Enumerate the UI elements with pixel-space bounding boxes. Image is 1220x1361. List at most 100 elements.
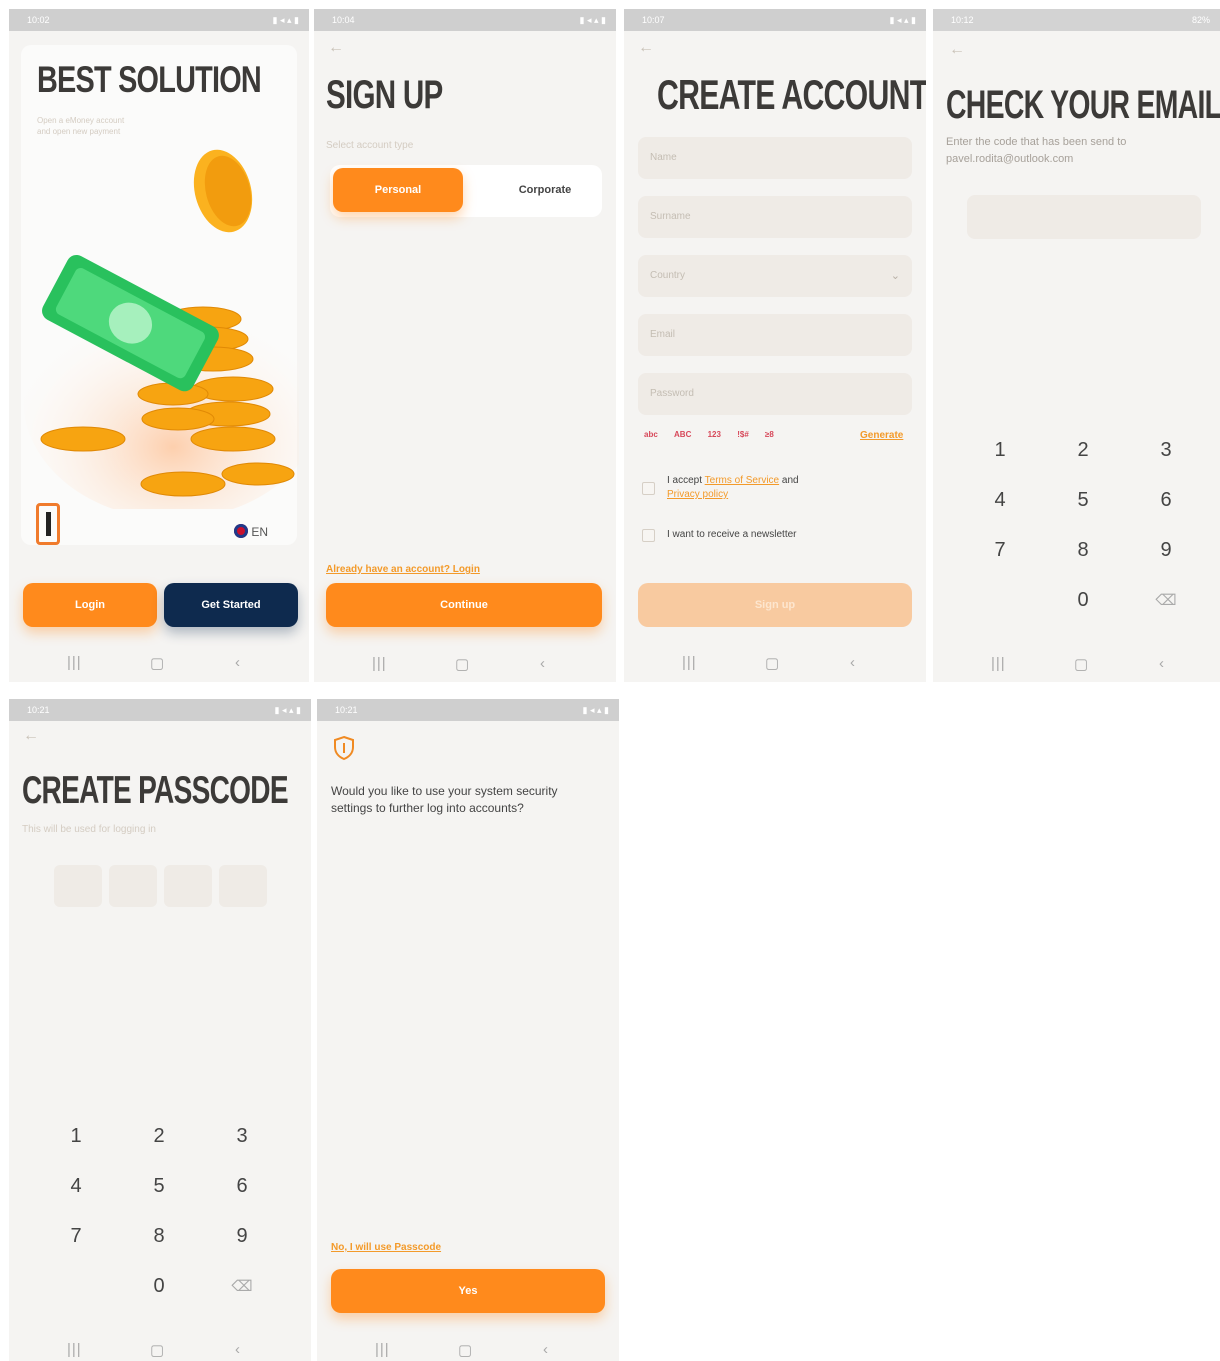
recent-apps-icon[interactable]: ||| <box>375 1341 390 1358</box>
terms-link[interactable]: Terms of Service <box>705 475 779 486</box>
recent-apps-icon[interactable]: ||| <box>372 655 387 672</box>
passcode-digit-4[interactable] <box>219 865 267 907</box>
key-0[interactable]: 0 <box>134 1275 184 1298</box>
android-nav-bar: ||| ▢ ‹ <box>624 646 926 682</box>
country-select[interactable]: Country ⌄ <box>638 255 912 297</box>
key-1[interactable]: 1 <box>51 1125 101 1148</box>
recent-apps-icon[interactable]: ||| <box>991 655 1006 672</box>
page-title: CREATE PASSCODE <box>22 769 289 812</box>
key-9[interactable]: 9 <box>217 1225 267 1248</box>
email-field[interactable]: Email <box>638 314 912 356</box>
home-icon[interactable]: ▢ <box>765 654 779 672</box>
rule-lowercase: abc <box>644 430 658 439</box>
email-instruction: Enter the code that has been send to pav… <box>946 134 1206 168</box>
passcode-digit-2[interactable] <box>109 865 157 907</box>
status-icons: ▮ ◂ ▴ ▮ <box>272 15 299 25</box>
generate-password-link[interactable]: Generate <box>860 430 903 441</box>
subtitle-line-1: Open a eMoney account <box>37 116 125 125</box>
home-icon[interactable]: ▢ <box>458 1341 472 1359</box>
rule-digits: 123 <box>707 430 721 439</box>
passcode-digit-3[interactable] <box>164 865 212 907</box>
key-3[interactable]: 3 <box>1141 439 1191 462</box>
nav-back-icon[interactable]: ‹ <box>540 655 545 672</box>
yes-button[interactable]: Yes <box>331 1269 605 1313</box>
target-email: pavel.rodita@outlook.com <box>946 153 1074 165</box>
back-arrow-icon[interactable]: ← <box>328 39 344 57</box>
nav-back-icon[interactable]: ‹ <box>235 1341 240 1358</box>
password-field[interactable]: Password <box>638 373 912 415</box>
key-7[interactable]: 7 <box>975 539 1025 562</box>
back-arrow-icon[interactable]: ← <box>949 41 965 59</box>
backspace-icon[interactable]: ⌫ <box>217 1277 267 1295</box>
login-link[interactable]: Already have an account? Login <box>326 564 480 575</box>
get-started-button[interactable]: Get Started <box>164 583 298 627</box>
code-input[interactable] <box>967 195 1201 239</box>
nav-back-icon[interactable]: ‹ <box>850 654 855 671</box>
android-nav-bar: ||| ▢ ‹ <box>314 647 616 682</box>
terms-checkbox[interactable] <box>642 482 655 495</box>
passcode-digit-1[interactable] <box>54 865 102 907</box>
nav-back-icon[interactable]: ‹ <box>235 654 240 671</box>
back-arrow-icon[interactable]: ← <box>23 727 39 745</box>
status-icons: ▮ ◂ ▴ ▮ <box>274 705 301 715</box>
page-title: BEST SOLUTION <box>37 59 262 100</box>
recent-apps-icon[interactable]: ||| <box>67 654 82 671</box>
nav-back-icon[interactable]: ‹ <box>1159 655 1164 672</box>
name-field[interactable]: Name <box>638 137 912 179</box>
account-type-label: Select account type <box>326 140 414 151</box>
home-icon[interactable]: ▢ <box>1074 655 1088 673</box>
continue-button[interactable]: Continue <box>326 583 602 627</box>
privacy-link[interactable]: Privacy policy <box>667 489 728 500</box>
sign-up-screen: 10:04 ▮ ◂ ▴ ▮ ← SIGN UP Select account t… <box>314 9 616 682</box>
home-icon[interactable]: ▢ <box>455 655 469 673</box>
status-time: 10:02 <box>27 15 50 25</box>
key-5[interactable]: 5 <box>1058 489 1108 512</box>
login-button[interactable]: Login <box>23 583 157 627</box>
key-8[interactable]: 8 <box>1058 539 1108 562</box>
key-1[interactable]: 1 <box>975 439 1025 462</box>
back-arrow-icon[interactable]: ← <box>638 39 654 57</box>
android-nav-bar: ||| ▢ ‹ <box>9 646 309 682</box>
and-text: and <box>781 475 799 486</box>
status-time: 10:12 <box>951 15 974 25</box>
use-passcode-link[interactable]: No, I will use Passcode <box>331 1242 441 1253</box>
country-placeholder: Country <box>650 270 686 281</box>
recent-apps-icon[interactable]: ||| <box>682 654 697 671</box>
key-2[interactable]: 2 <box>1058 439 1108 462</box>
status-bar: 10:21 ▮ ◂ ▴ ▮ <box>9 699 311 721</box>
home-icon[interactable]: ▢ <box>150 654 164 672</box>
key-5[interactable]: 5 <box>134 1175 184 1198</box>
android-nav-bar: ||| ▢ ‹ <box>317 1333 619 1361</box>
backspace-icon[interactable]: ⌫ <box>1141 591 1191 609</box>
home-icon[interactable]: ▢ <box>150 1341 164 1359</box>
key-6[interactable]: 6 <box>217 1175 267 1198</box>
key-0[interactable]: 0 <box>1058 589 1108 612</box>
status-icons: ▮ ◂ ▴ ▮ <box>889 15 916 25</box>
tab-personal[interactable]: Personal <box>333 168 463 212</box>
android-nav-bar: ||| ▢ ‹ <box>933 647 1220 682</box>
key-3[interactable]: 3 <box>217 1125 267 1148</box>
accept-prefix: I accept <box>667 475 703 486</box>
create-account-screen: 10:07 ▮ ◂ ▴ ▮ ← CREATE ACCOUNT Name Surn… <box>624 9 926 682</box>
money-illustration <box>23 149 299 509</box>
key-6[interactable]: 6 <box>1141 489 1191 512</box>
recent-apps-icon[interactable]: ||| <box>67 1341 82 1358</box>
surname-field[interactable]: Surname <box>638 196 912 238</box>
key-4[interactable]: 4 <box>975 489 1025 512</box>
language-switch[interactable]: EN <box>234 524 268 539</box>
key-2[interactable]: 2 <box>134 1125 184 1148</box>
onboarding-screen: 10:02 ▮ ◂ ▴ ▮ BEST SOLUTION Open a eMone… <box>9 9 309 682</box>
sign-up-button[interactable]: Sign up <box>638 583 912 627</box>
subtitle-line-2: and open new payment <box>37 127 121 136</box>
biometric-prompt-screen: 10:21 ▮ ◂ ▴ ▮ Would you like to use your… <box>317 699 619 1361</box>
status-time: 10:21 <box>335 705 358 715</box>
key-9[interactable]: 9 <box>1141 539 1191 562</box>
status-bar: 10:21 ▮ ◂ ▴ ▮ <box>317 699 619 721</box>
nav-back-icon[interactable]: ‹ <box>543 1341 548 1358</box>
tab-corporate[interactable]: Corporate <box>480 168 610 212</box>
key-8[interactable]: 8 <box>134 1225 184 1248</box>
key-7[interactable]: 7 <box>51 1225 101 1248</box>
key-4[interactable]: 4 <box>51 1175 101 1198</box>
newsletter-checkbox[interactable] <box>642 529 655 542</box>
logo-mark <box>46 512 51 536</box>
